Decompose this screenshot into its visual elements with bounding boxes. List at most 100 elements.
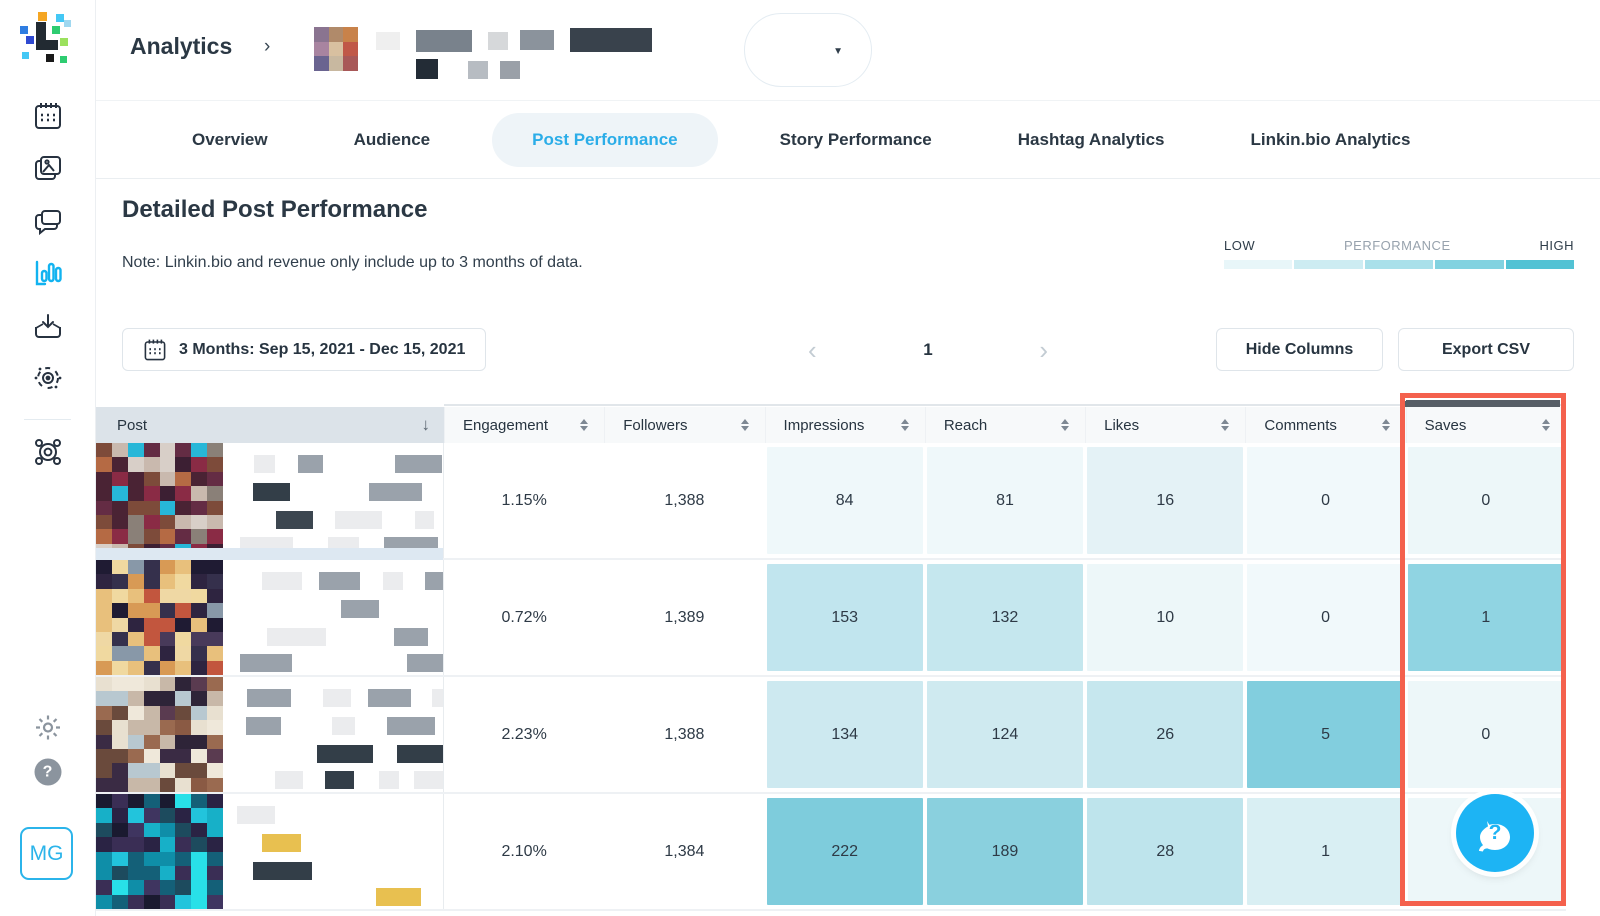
legend-segment [1435,260,1504,269]
column-header-followers[interactable]: Followers [604,407,765,443]
pagination: ‹ 1 › [808,328,1048,371]
breadcrumb: Analytics [130,33,233,59]
account-avatar [314,27,358,71]
cell-comments: 0 [1245,443,1405,558]
cell-likes: 10 [1085,560,1245,675]
current-page: 1 [923,339,933,359]
cell-engagement: 2.10% [501,842,547,860]
post-cell[interactable] [96,794,444,909]
account-selector[interactable]: ▼ [314,13,872,87]
post-thumbnail [96,443,223,558]
tab-audience[interactable]: Audience [330,113,455,167]
export-csv-button[interactable]: Export CSV [1398,328,1574,371]
media-library-icon[interactable] [33,153,63,183]
cell-followers: 1,388 [664,725,705,743]
table-row[interactable]: 2.23% 1,388 134 124 26 5 0 [96,677,1566,794]
cell-likes: 28 [1085,794,1245,909]
breadcrumb-chevron-icon: › [264,36,271,57]
redacted-meta-strip [96,548,443,560]
column-header-comments[interactable]: Comments [1245,407,1406,443]
tab-overview[interactable]: Overview [168,113,292,167]
tab-hashtag-analytics[interactable]: Hashtag Analytics [994,113,1189,167]
redacted-caption [223,794,443,909]
sort-icon [740,419,749,431]
table-hscroll-track[interactable] [444,404,1566,406]
cell-comments: 1 [1245,794,1405,909]
table-row[interactable]: 2.10% 1,384 222 189 28 1 [96,794,1566,911]
page-title: Detailed Post Performance [122,196,428,223]
column-header-saves[interactable]: Saves [1405,407,1566,443]
cell-engagement: 0.72% [501,608,547,626]
help-chat-bubble[interactable]: ? [1456,794,1534,872]
sidebar-divider [24,419,71,420]
redacted-caption [223,443,443,558]
calendar-nav-icon[interactable] [33,101,63,131]
help-icon[interactable]: ? [34,758,61,786]
table-body: 1.15% 1,388 84 81 16 0 0 0.72% 1,389 153 132 10 0 1 2.… [96,443,1566,916]
sort-icon [1221,419,1230,431]
prev-page-icon[interactable]: ‹ [808,337,817,363]
legend-segment [1364,260,1434,269]
column-header-post[interactable]: Post ↓ [96,407,444,443]
svg-text:?: ? [1489,821,1502,844]
table-row[interactable]: 0.72% 1,389 153 132 10 0 1 [96,560,1566,677]
post-cell[interactable] [96,560,444,675]
collect-inbox-icon[interactable] [33,311,63,341]
next-page-icon[interactable]: › [1039,337,1048,363]
cell-followers: 1,389 [664,608,705,626]
tabs-bar: Overview Audience Post Performance Story… [96,100,1600,179]
post-thumbnail [96,560,223,675]
legend-gradient-bar [1224,260,1575,269]
redacted-account-name [372,25,652,79]
legend-segment [1224,260,1293,269]
main-area: Analytics › ▼ Overview Audience Post Per… [96,0,1600,916]
post-cell[interactable] [96,443,444,560]
top-bar: Analytics › ▼ [96,0,1600,100]
table-row[interactable]: 1.15% 1,388 84 81 16 0 0 [96,443,1566,560]
hide-columns-button[interactable]: Hide Columns [1216,328,1383,371]
cell-impressions: 134 [765,677,925,792]
cell-engagement: 1.15% [501,491,547,509]
page-note: Note: Linkin.bio and revenue only includ… [122,254,583,271]
legend-segment [1505,260,1575,269]
col-label: Engagement [462,416,549,434]
column-header-impressions[interactable]: Impressions [764,407,925,443]
cell-reach: 189 [925,794,1085,909]
tab-linkinbio-analytics[interactable]: Linkin.bio Analytics [1227,113,1435,167]
analytics-icon-active[interactable] [33,258,63,288]
post-thumbnail [96,794,223,909]
cell-impressions: 222 [765,794,925,909]
cell-comments: 5 [1245,677,1405,792]
legend-segment [1294,260,1363,269]
sort-desc-icon: ↓ [421,415,430,434]
column-header-engagement[interactable]: Engagement [443,407,605,443]
column-header-reach[interactable]: Reach [924,407,1086,443]
cell-likes: 16 [1085,443,1245,558]
tab-post-performance[interactable]: Post Performance [492,112,718,167]
table-header: Post ↓ Engagement Followers Impressions … [96,407,1566,443]
account-dropdown[interactable]: ▼ [744,13,872,87]
cell-engagement: 2.23% [501,725,547,743]
settings-gear-icon[interactable] [34,714,62,747]
post-thumbnail [96,677,223,792]
groups-icon[interactable] [32,436,64,468]
legend-high-label: HIGH [1539,238,1574,253]
cell-saves: 0 [1406,677,1566,792]
later-logo[interactable] [16,10,74,77]
cell-likes: 26 [1085,677,1245,792]
cell-reach: 132 [925,560,1085,675]
sort-icon [580,419,589,431]
tab-story-performance[interactable]: Story Performance [756,113,956,167]
cell-saves: 0 [1406,443,1566,558]
redacted-caption [223,560,443,675]
conversations-icon[interactable] [33,206,63,236]
post-cell[interactable] [96,677,444,792]
cell-impressions: 153 [765,560,925,675]
col-label: Followers [623,416,688,434]
monitor-icon[interactable] [32,362,64,394]
column-header-likes[interactable]: Likes [1085,407,1246,443]
date-range-button[interactable]: 3 Months: Sep 15, 2021 - Dec 15, 2021 [122,328,487,371]
user-avatar[interactable]: MG [20,827,73,880]
col-label: Reach [943,416,988,434]
date-range-label: 3 Months: Sep 15, 2021 - Dec 15, 2021 [179,340,466,358]
